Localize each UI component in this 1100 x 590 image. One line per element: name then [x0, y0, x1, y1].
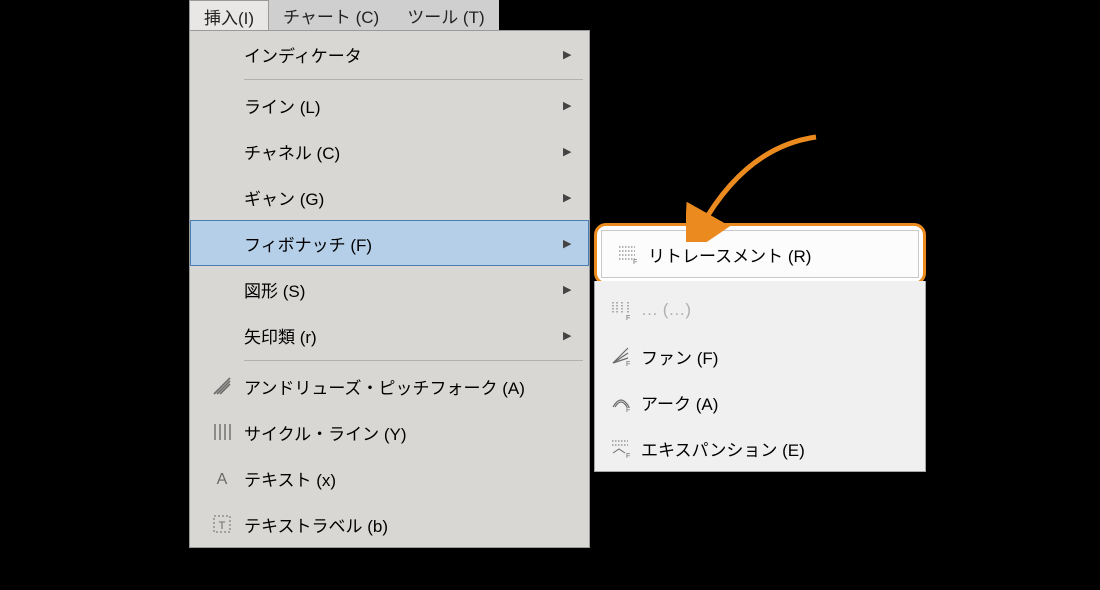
submenu-arrow-icon: ▶ [563, 191, 589, 204]
svg-text:F: F [626, 453, 630, 459]
submenu-item-expansion[interactable]: F エキスパンション (E) [595, 425, 925, 471]
menu-item-label: ギャン (G) [244, 185, 563, 210]
menu-separator [244, 79, 583, 80]
submenu-arrow-icon: ▶ [563, 329, 589, 342]
submenu-arrow-icon: ▶ [563, 283, 589, 296]
menu-item-fibonacci[interactable]: フィボナッチ (F) ▶ [190, 220, 589, 266]
fib-fan-icon: F [601, 345, 641, 367]
svg-text:T: T [219, 520, 226, 532]
svg-text:F: F [633, 259, 637, 265]
submenu-arrow-icon: ▶ [563, 99, 589, 112]
cycle-lines-icon [200, 421, 244, 443]
fib-timezone-icon: F [601, 299, 641, 321]
menu-item-indicators[interactable]: インディケータ ▶ [190, 31, 589, 77]
menu-bar: 挿入(I) チャート (C) ツール (T) [189, 0, 499, 31]
menu-item-arrows[interactable]: 矢印類 (r) ▶ [190, 312, 589, 358]
fibonacci-submenu: F リトレースメント (R) F … (…) [594, 223, 926, 472]
submenu-item-label: リトレースメント (R) [648, 242, 918, 267]
submenu-arrow-icon: ▶ [563, 145, 589, 158]
fib-retracement-icon: F [608, 243, 648, 265]
fibonacci-submenu-panel: F … (…) F ファン (F) [594, 281, 926, 472]
submenu-item-label: ファン (F) [641, 344, 925, 369]
text-icon: A [200, 467, 244, 489]
menu-item-label: テキストラベル (b) [244, 512, 589, 537]
menu-separator [244, 360, 583, 361]
fib-arc-icon: F [601, 391, 641, 413]
svg-text:F: F [626, 361, 630, 367]
menu-item-text-label[interactable]: T テキストラベル (b) [190, 501, 589, 547]
fib-expansion-icon: F [601, 437, 641, 459]
menu-item-label: テキスト (x) [244, 466, 589, 491]
menu-item-label: インディケータ [244, 42, 563, 67]
menu-item-gann[interactable]: ギャン (G) ▶ [190, 174, 589, 220]
submenu-item-label: エキスパンション (E) [641, 436, 925, 461]
menu-tab-insert[interactable]: 挿入(I) [189, 0, 269, 31]
submenu-item-arc[interactable]: F アーク (A) [595, 379, 925, 425]
callout-box: F リトレースメント (R) [594, 223, 926, 285]
svg-text:F: F [626, 407, 630, 413]
menu-item-label: 矢印類 (r) [244, 323, 563, 348]
menu-tab-chart[interactable]: チャート (C) [269, 0, 393, 30]
menu-item-label: フィボナッチ (F) [244, 231, 563, 256]
submenu-item-label: … (…) [641, 300, 925, 320]
submenu-arrow-icon: ▶ [563, 237, 589, 250]
svg-text:F: F [626, 315, 630, 321]
menu-item-label: 図形 (S) [244, 277, 563, 302]
submenu-item-timezones[interactable]: F … (…) [595, 287, 925, 333]
menu-item-label: チャネル (C) [244, 139, 563, 164]
menu-item-channels[interactable]: チャネル (C) ▶ [190, 128, 589, 174]
menu-tab-tools[interactable]: ツール (T) [393, 0, 498, 30]
menu-item-text[interactable]: A テキスト (x) [190, 455, 589, 501]
submenu-item-label: アーク (A) [641, 390, 925, 415]
insert-dropdown: インディケータ ▶ ライン (L) ▶ チャネル (C) ▶ ギャン (G) ▶… [189, 30, 590, 548]
submenu-arrow-icon: ▶ [563, 48, 589, 61]
pitchfork-icon [200, 375, 244, 397]
menu-item-pitchfork[interactable]: アンドリューズ・ピッチフォーク (A) [190, 363, 589, 409]
submenu-item-fan[interactable]: F ファン (F) [595, 333, 925, 379]
submenu-item-retracement[interactable]: F リトレースメント (R) [601, 230, 919, 278]
menu-item-label: ライン (L) [244, 93, 563, 118]
menu-item-lines[interactable]: ライン (L) ▶ [190, 82, 589, 128]
svg-text:A: A [217, 471, 228, 488]
menu-item-label: サイクル・ライン (Y) [244, 420, 589, 445]
menu-item-shapes[interactable]: 図形 (S) ▶ [190, 266, 589, 312]
text-label-icon: T [200, 513, 244, 535]
menu-item-label: アンドリューズ・ピッチフォーク (A) [244, 374, 589, 399]
menu-item-cycle-lines[interactable]: サイクル・ライン (Y) [190, 409, 589, 455]
